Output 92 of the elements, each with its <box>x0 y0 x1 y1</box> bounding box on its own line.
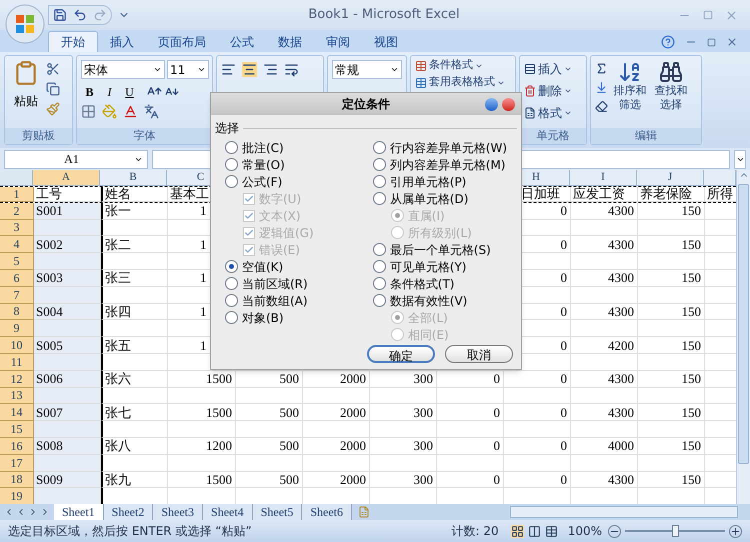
table-cell: 4300 <box>571 236 638 254</box>
table-cell: 张三 <box>101 270 168 287</box>
table-cell: S003 <box>34 270 101 287</box>
table-cell: 养老保险 <box>638 187 705 202</box>
table-cell: 300 <box>370 404 437 422</box>
option-label: 列内容差异单元格(M) <box>390 158 506 170</box>
table-cell: 1200 <box>168 438 236 455</box>
option-label: 从属单元格(D) <box>390 192 468 204</box>
table-cell: 4200 <box>571 337 638 354</box>
option-label: 公式(F) <box>242 176 282 188</box>
option-label: 逻辑值(G) <box>259 226 314 238</box>
option-label: 数据有效性(V) <box>390 294 468 306</box>
table-cell: 1500 <box>168 404 236 422</box>
table-cell: S008 <box>34 438 101 455</box>
count-label: 计数: 20 <box>452 523 499 540</box>
option-label: 最后一个单元格(S) <box>390 244 491 256</box>
table-cell: 张八 <box>101 438 168 455</box>
option-label: 对象(B) <box>242 312 284 324</box>
option-label: 文本(X) <box>259 210 301 222</box>
window-title: Book1 - Microsoft Excel <box>308 6 460 24</box>
table-cell: 4000 <box>571 438 638 455</box>
group-label: 剪贴板 <box>22 128 55 144</box>
table-cell: 2000 <box>303 438 370 455</box>
table-cell: 150 <box>638 472 705 488</box>
table-cell: 150 <box>638 304 705 320</box>
table-cell: 150 <box>638 370 705 388</box>
option-label: 条件格式(T) <box>390 278 454 290</box>
option-label: 直属(I) <box>408 210 445 222</box>
table-cell: 4300 <box>571 304 638 320</box>
table-cell: 张七 <box>101 404 168 422</box>
table-cell: 4300 <box>571 270 638 287</box>
table-cell: 0 <box>437 438 504 455</box>
table-cell: 张四 <box>101 304 168 320</box>
table-cell: S009 <box>34 472 101 488</box>
table-cell: 0 <box>437 404 504 422</box>
option-label: 批注(C) <box>242 142 284 154</box>
option-label: 空值(K) <box>242 260 284 272</box>
option-label: 行内容差异单元格(W) <box>390 142 507 154</box>
table-cell: 姓名 <box>101 187 168 202</box>
table-cell: 150 <box>638 270 705 287</box>
option-label: 所有级别(L) <box>408 226 472 238</box>
option-label: 全部(L) <box>408 312 448 324</box>
option-label: 引用单元格(P) <box>390 176 466 188</box>
table-cell: S004 <box>34 304 101 320</box>
option-label: 当前数组(A) <box>242 294 308 306</box>
table-cell: 工号 <box>34 187 101 202</box>
table-cell: 150 <box>638 404 705 422</box>
option-label: 错误(E) <box>259 244 300 256</box>
table-cell: 4300 <box>571 370 638 388</box>
table-cell: 张二 <box>101 236 168 254</box>
table-cell: 500 <box>236 438 303 455</box>
zoom-label: 100% <box>568 523 602 540</box>
table-cell: 0 <box>504 370 571 388</box>
table-cell: 张一 <box>101 202 168 220</box>
table-cell: 4300 <box>571 472 638 488</box>
group-label: 编辑 <box>635 128 657 144</box>
table-cell: 4300 <box>571 202 638 220</box>
table-cell: 0 <box>437 472 504 488</box>
table-cell: S001 <box>34 202 101 220</box>
option-label: 数字(U) <box>259 192 302 204</box>
group-label: 字体 <box>134 128 156 144</box>
table-cell: 150 <box>638 202 705 220</box>
table-cell: 4300 <box>571 404 638 422</box>
table-cell: 500 <box>236 472 303 488</box>
table-cell: S005 <box>34 337 101 354</box>
table-cell: S006 <box>34 370 101 388</box>
table-cell: 应发工资 <box>571 187 638 202</box>
dialog-title: 定位条件 <box>342 96 390 113</box>
table-cell: 2000 <box>303 404 370 422</box>
table-cell: 150 <box>638 236 705 254</box>
table-cell: 0 <box>504 404 571 422</box>
table-cell: 0 <box>504 472 571 488</box>
table-cell: 300 <box>370 472 437 488</box>
table-cell: 150 <box>638 438 705 455</box>
table-cell: 0 <box>504 438 571 455</box>
status-message: 选定目标区域，然后按 ENTER 或选择 “粘贴” <box>8 523 252 540</box>
option-label: 可见单元格(Y) <box>390 260 466 272</box>
group-label: 单元格 <box>536 128 570 144</box>
table-cell: S002 <box>34 236 101 254</box>
table-cell: 张六 <box>101 370 168 388</box>
option-label: 当前区域(R) <box>242 278 308 290</box>
table-cell: 张五 <box>101 337 168 354</box>
table-cell: 1500 <box>168 472 236 488</box>
option-label: 常量(O) <box>242 158 285 170</box>
option-label: 相同(E) <box>408 328 449 340</box>
table-cell: 300 <box>370 438 437 455</box>
table-cell: 张九 <box>101 472 168 488</box>
group-label: 选择 <box>215 120 239 137</box>
table-cell: S007 <box>34 404 101 422</box>
table-cell: 150 <box>638 337 705 354</box>
table-cell: 500 <box>236 404 303 422</box>
table-cell: 2000 <box>303 472 370 488</box>
